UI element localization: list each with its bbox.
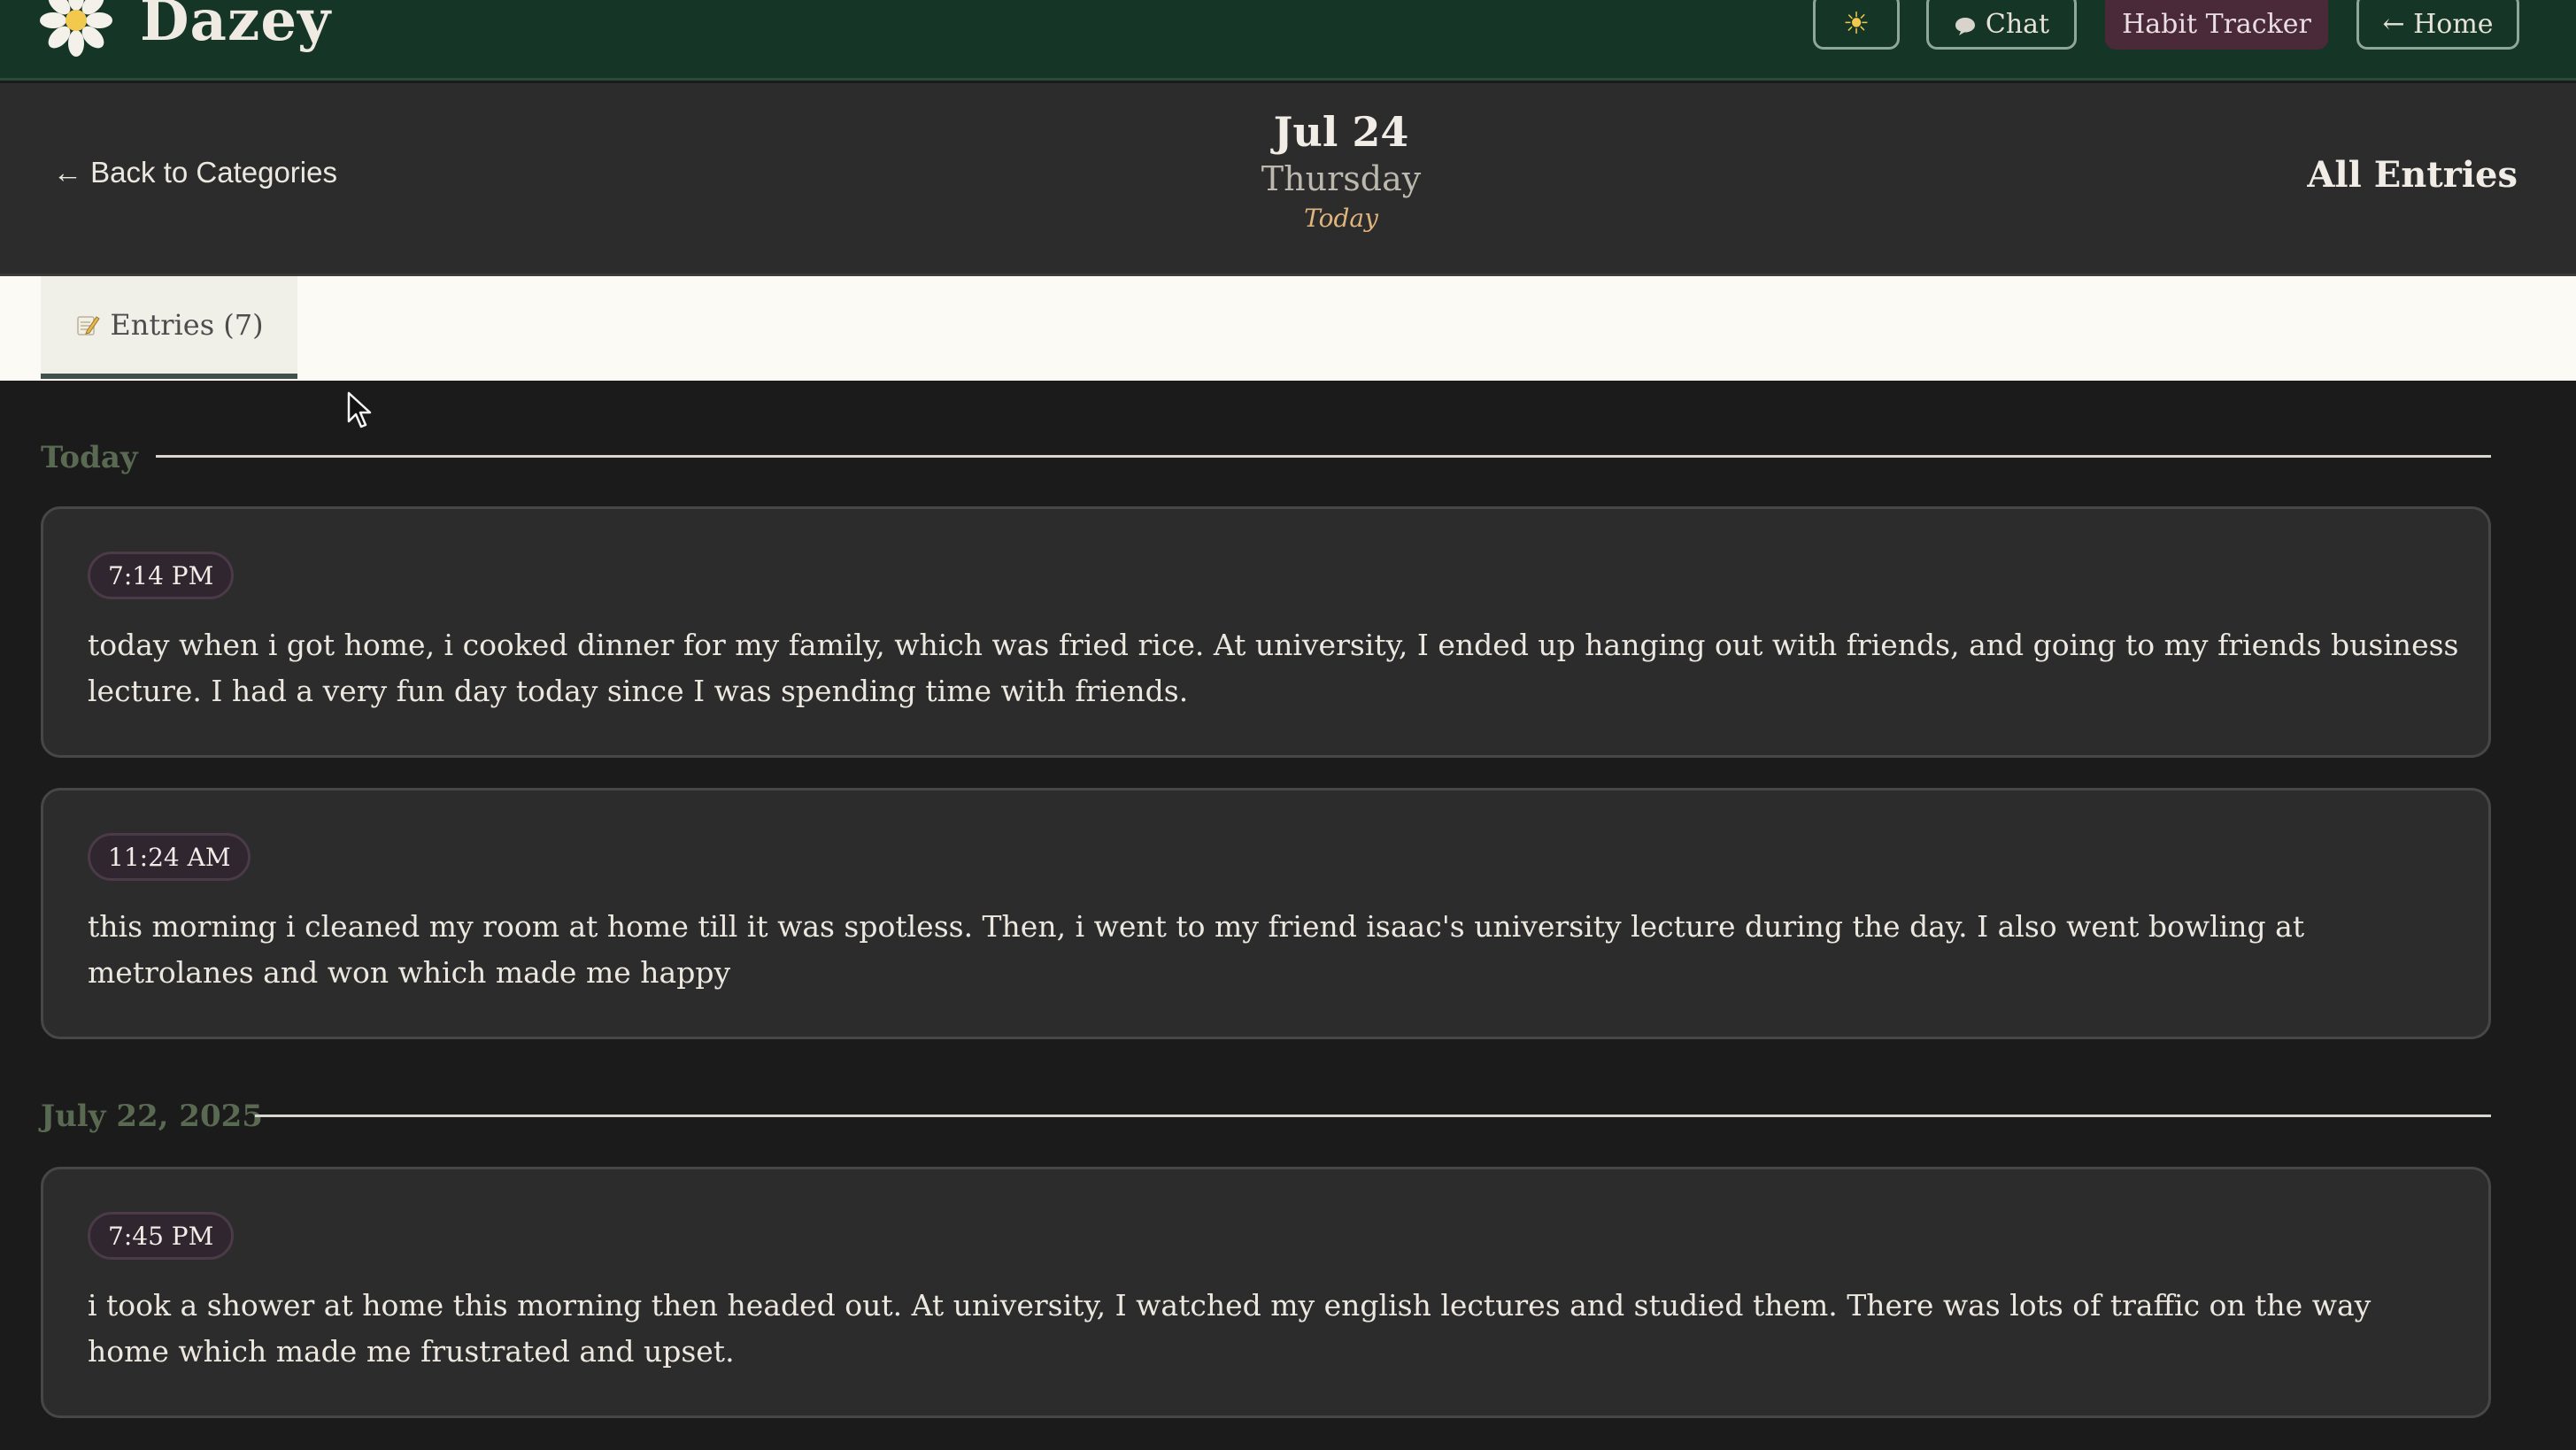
- chat-button-label: Chat: [1985, 8, 2050, 40]
- home-button[interactable]: ← Home: [2356, 0, 2519, 50]
- date-title: Jul 24: [1273, 108, 1409, 156]
- weekday-label: Thursday: [1261, 159, 1422, 198]
- date-block: Jul 24 Thursday Today: [1111, 108, 1571, 233]
- theme-toggle-button[interactable]: ☀: [1813, 0, 1900, 50]
- daisy-logo-icon: [40, 0, 112, 57]
- back-to-categories-link[interactable]: ← Back to Categories: [53, 156, 337, 189]
- entry-time-badge: 7:45 PM: [88, 1212, 235, 1260]
- top-bar: Dazey ☀ Chat Habit Tracker ← Home: [0, 0, 2576, 81]
- tab-bar: Entries (7): [0, 276, 2576, 381]
- home-button-label: ← Home: [2382, 8, 2494, 40]
- section-label: July 22, 2025: [41, 1099, 263, 1134]
- entry-card[interactable]: 11:24 AM this morning i cleaned my room …: [41, 788, 2491, 1039]
- journal-app: Dazey ☀ Chat Habit Tracker ← Home ← Back…: [0, 0, 2576, 1450]
- section-label: Today: [41, 440, 138, 475]
- entry-text: today when i got home, i cooked dinner f…: [88, 628, 2459, 708]
- mouse-cursor-icon: [347, 391, 372, 428]
- tab-entries[interactable]: Entries (7): [41, 276, 297, 379]
- entry-time-badge: 11:24 AM: [88, 833, 251, 881]
- memo-icon: [74, 312, 101, 338]
- entry-text: i took a shower at home this morning the…: [88, 1288, 2372, 1369]
- back-link-label: ← Back to Categories: [53, 156, 337, 189]
- brand-name: Dazey: [140, 0, 332, 54]
- habit-tracker-label: Habit Tracker: [2122, 8, 2311, 40]
- day-header: ← Back to Categories Jul 24 Thursday Tod…: [0, 83, 2576, 276]
- section-divider: [255, 1114, 2491, 1117]
- all-entries-link[interactable]: All Entries: [2307, 154, 2518, 196]
- entry-text: this morning i cleaned my room at home t…: [88, 909, 2305, 990]
- section-header-today: Today: [41, 436, 138, 480]
- sun-icon: ☀: [1842, 6, 1870, 42]
- section-header-july-22: July 22, 2025: [41, 1094, 263, 1138]
- chat-bubble-icon: [1954, 13, 1977, 35]
- entry-card[interactable]: 7:14 PM today when i got home, i cooked …: [41, 506, 2491, 758]
- section-divider: [156, 455, 2491, 458]
- chat-button[interactable]: Chat: [1926, 0, 2077, 50]
- habit-tracker-button[interactable]: Habit Tracker: [2105, 0, 2328, 50]
- brand[interactable]: Dazey: [39, 0, 331, 60]
- entry-time-badge: 7:14 PM: [88, 551, 235, 599]
- relative-day-label: Today: [1304, 204, 1378, 233]
- tab-entries-label: Entries (7): [110, 308, 264, 342]
- entry-card[interactable]: 7:45 PM i took a shower at home this mor…: [41, 1167, 2491, 1418]
